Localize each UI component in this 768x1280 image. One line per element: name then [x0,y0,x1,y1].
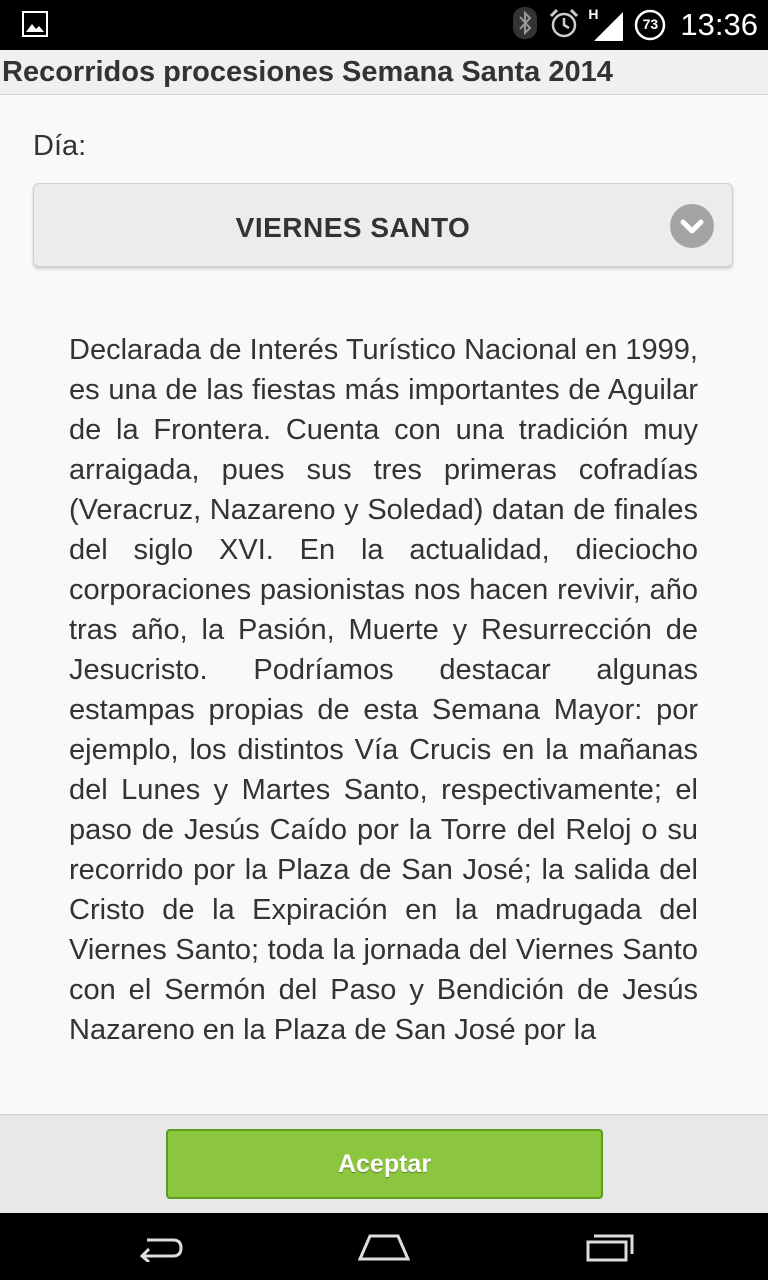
back-button[interactable] [120,1223,200,1271]
bluetooth-icon [512,6,538,45]
footer-bar: Aceptar [0,1114,768,1213]
title-bar: Recorridos procesiones Semana Santa 2014 [0,50,768,95]
signal-icon: H [588,6,624,42]
chevron-down-icon [670,204,714,248]
day-selected-value: VIERNES SANTO [235,212,471,243]
recent-apps-button[interactable] [570,1223,650,1271]
day-label: Día: [33,130,87,162]
description-text: Declarada de Interés Turístico Nacional … [69,334,698,1046]
accept-button[interactable]: Aceptar [166,1129,603,1199]
recent-apps-icon [586,1234,634,1262]
image-icon [22,11,48,37]
alarm-icon [548,7,580,44]
navigation-bar [0,1213,768,1280]
description-scroll-area[interactable]: Declarada de Interés Turístico Nacional … [0,300,768,1114]
home-icon [357,1234,411,1261]
battery-icon: 73 [634,9,666,41]
status-bar: H 73 13:36 [0,0,768,50]
clock-time: 13:36 [680,7,758,42]
page-title: Recorridos procesiones Semana Santa 2014 [2,56,613,88]
day-selector[interactable]: VIERNES SANTO [33,183,733,267]
home-button[interactable] [344,1223,424,1271]
back-icon [139,1238,183,1262]
